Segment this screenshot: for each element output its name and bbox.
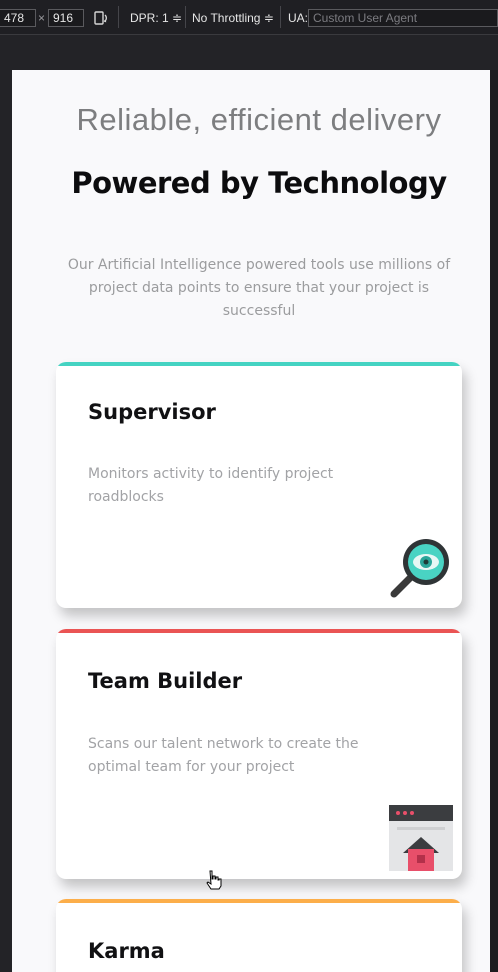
ua-label: UA: [288,11,309,25]
toolbar-separator [118,6,119,28]
width-input[interactable]: 478 [0,9,36,27]
times-sign: × [38,11,46,25]
feature-card-supervisor: Supervisor Monitors activity to identify… [56,362,462,608]
throttling-select[interactable]: No Throttling ≑ [192,10,274,26]
feature-card-karma: Karma [56,899,462,972]
magnifier-eye-icon [390,539,449,598]
hand-cursor-icon [206,870,222,890]
card-title: Supervisor [88,400,216,424]
card-title: Team Builder [88,669,243,693]
card-description: Monitors activity to identify project ro… [88,466,334,505]
card-title: Karma [88,939,165,963]
card-description: Scans our talent network to create the o… [88,736,359,775]
user-agent-input[interactable]: Custom User Agent [308,9,498,27]
height-input[interactable]: 916 [48,9,84,27]
feature-card-team-builder: Team Builder Scans our talent network to… [56,629,462,879]
devtools-toolbar: 478 × 916 DPR: 1 ≑ No Throttling ≑ UA: C… [0,0,498,35]
browser-home-icon [389,805,453,871]
rotate-icon[interactable] [93,10,109,26]
hero-description: Our Artificial Intelligence powered tool… [67,257,451,319]
dpr-select[interactable]: DPR: 1 ≑ [130,10,182,26]
card-accent-bar [56,362,462,366]
toolbar-separator [280,6,281,28]
card-accent-bar [56,899,462,903]
page-viewport: Reliable, efficient delivery Powered by … [12,70,490,972]
hero-subtitle: Reliable, efficient delivery [76,102,442,137]
toolbar-separator [185,6,186,28]
scrollbar[interactable] [490,70,498,972]
card-accent-bar [56,629,462,633]
hero-title: Powered by Technology [71,166,447,200]
